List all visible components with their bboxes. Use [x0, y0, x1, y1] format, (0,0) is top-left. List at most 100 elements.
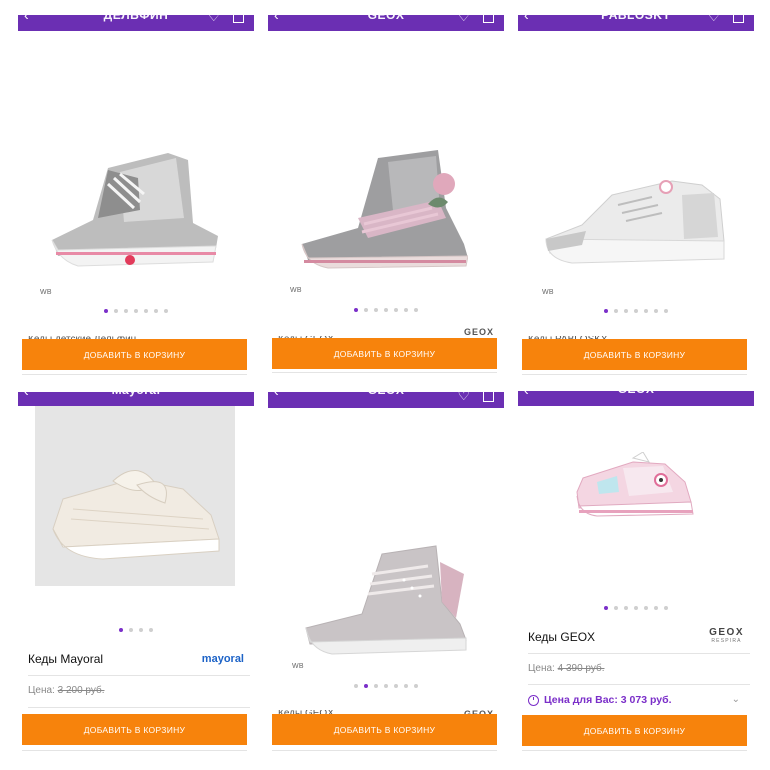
divider [22, 750, 247, 751]
image-carousel-dots[interactable] [18, 628, 254, 634]
image-carousel-dots[interactable] [268, 684, 504, 690]
personal-price[interactable]: Цена для Вас: 3 073 руб. [528, 694, 672, 706]
carousel-dot[interactable] [124, 309, 128, 313]
product-image[interactable] [43, 459, 233, 569]
old-price: 4 390 руб. [557, 663, 605, 674]
carousel-dot[interactable] [644, 606, 648, 610]
carousel-dot[interactable] [394, 308, 398, 312]
divider [272, 750, 497, 751]
product-image[interactable] [542, 175, 732, 273]
carousel-dot[interactable] [374, 684, 378, 688]
carousel-dot[interactable] [624, 309, 628, 313]
brand-logo: mayoral [201, 653, 244, 665]
carousel-dot-active[interactable] [604, 606, 608, 610]
heart-icon[interactable]: ♡ [707, 9, 720, 23]
chevron-down-icon[interactable]: ⌄ [732, 694, 740, 705]
carousel-dot[interactable] [144, 309, 148, 313]
divider [272, 372, 497, 373]
heart-icon[interactable]: ♡ [457, 9, 470, 23]
carousel-dot[interactable] [634, 606, 638, 610]
product-image[interactable] [48, 148, 218, 276]
add-to-cart-button[interactable]: ДОБАВИТЬ В КОРЗИНУ [272, 338, 497, 369]
brand-title: GEOX [617, 384, 655, 396]
carousel-dot-active[interactable] [104, 309, 108, 313]
carousel-dot[interactable] [134, 309, 138, 313]
carousel-dot[interactable] [404, 308, 408, 312]
card-header-bar: ‹ GEOX ♡ [268, 8, 504, 31]
trash-icon[interactable] [483, 9, 494, 23]
price-row: Цена: 3 200 руб. [28, 685, 104, 696]
image-carousel-dots[interactable] [268, 308, 504, 314]
carousel-dot-active[interactable] [364, 684, 368, 688]
product-card-2: ‹ GEOX ♡ WB Кеды GEOX GEOX ДОБАВИТЬ В КО… [268, 0, 504, 380]
carousel-dot[interactable] [384, 684, 388, 688]
carousel-dot[interactable] [164, 309, 168, 313]
image-carousel-dots[interactable] [518, 309, 754, 315]
carousel-dot[interactable] [139, 628, 143, 632]
carousel-dot[interactable] [129, 628, 133, 632]
card-header-bar: ‹ GEOX [518, 384, 754, 406]
carousel-dot[interactable] [404, 684, 408, 688]
wb-badge: WB [292, 663, 304, 670]
carousel-dot[interactable] [614, 606, 618, 610]
product-card-4: ‹ Mayoral Кеды Mayoral mayoral Цена: 3 2… [18, 384, 254, 770]
card-header-bar: ‹ PABLOSKY ♡ [518, 8, 754, 31]
product-image[interactable] [298, 148, 468, 276]
carousel-dot-active[interactable] [119, 628, 123, 632]
carousel-dot[interactable] [374, 308, 378, 312]
old-price: 3 200 руб. [57, 685, 105, 696]
carousel-dot[interactable] [384, 308, 388, 312]
product-image[interactable] [573, 452, 698, 524]
trash-icon[interactable] [733, 9, 744, 23]
add-to-cart-button[interactable]: ДОБАВИТЬ В КОРЗИНУ [22, 339, 247, 370]
product-card-6: ‹ GEOX Кеды GEOX GEOX RESPIRA Цена: 4 39… [518, 384, 754, 770]
image-carousel-dots[interactable] [18, 309, 254, 315]
product-image[interactable] [300, 544, 470, 660]
divider [28, 707, 250, 708]
card-header-bar: ‹ Mayoral [18, 384, 254, 406]
add-to-cart-button[interactable]: ДОБАВИТЬ В КОРЗИНУ [522, 339, 747, 370]
brand-logo: GEOX [463, 327, 494, 335]
product-card-3: ‹ PABLOSKY ♡ WB Кеды PABLOSKY ДОБАВИТЬ В… [518, 0, 754, 380]
carousel-dot[interactable] [354, 684, 358, 688]
price-row: Цена: 4 390 руб. [528, 663, 604, 674]
carousel-dot[interactable] [394, 684, 398, 688]
carousel-dot[interactable] [149, 628, 153, 632]
carousel-dot[interactable] [364, 308, 368, 312]
carousel-dot-active[interactable] [604, 309, 608, 313]
carousel-dot[interactable] [634, 309, 638, 313]
brand-title: Mayoral [111, 384, 161, 397]
trash-icon[interactable] [483, 388, 494, 402]
brand-logo-main: GEOX [709, 627, 744, 638]
add-to-cart-button[interactable]: ДОБАВИТЬ В КОРЗИНУ [272, 714, 497, 745]
carousel-dot[interactable] [624, 606, 628, 610]
add-to-cart-button[interactable]: ДОБАВИТЬ В КОРЗИНУ [22, 714, 247, 745]
carousel-dot[interactable] [654, 309, 658, 313]
carousel-dot[interactable] [154, 309, 158, 313]
brand-logo: GEOX RESPIRA [709, 628, 744, 646]
trash-icon[interactable] [233, 9, 244, 23]
carousel-dot[interactable] [414, 308, 418, 312]
carousel-dot[interactable] [654, 606, 658, 610]
carousel-dot[interactable] [614, 309, 618, 313]
add-to-cart-button[interactable]: ДОБАВИТЬ В КОРЗИНУ [522, 715, 747, 746]
heart-icon[interactable]: ♡ [457, 388, 470, 402]
image-carousel-dots[interactable] [518, 606, 754, 612]
wb-badge: WB [290, 287, 302, 294]
carousel-dot[interactable] [664, 309, 668, 313]
carousel-dot[interactable] [414, 684, 418, 688]
wb-badge: WB [40, 289, 52, 296]
product-card-1: ‹ ДЕЛЬФИН ♡ WB Кеды детские Дельфин ДОБА… [18, 0, 254, 380]
heart-icon[interactable]: ♡ [207, 9, 220, 23]
divider [528, 684, 750, 685]
carousel-dot[interactable] [114, 309, 118, 313]
clock-icon [528, 694, 539, 706]
brand-logo-sub: RESPIRA [711, 638, 742, 644]
wb-badge: WB [542, 289, 554, 296]
divider [22, 374, 247, 375]
carousel-dot[interactable] [664, 606, 668, 610]
carousel-dot-active[interactable] [354, 308, 358, 312]
carousel-dot[interactable] [644, 309, 648, 313]
card-header-bar: ‹ GEOX ♡ [268, 384, 504, 408]
divider [522, 750, 747, 751]
